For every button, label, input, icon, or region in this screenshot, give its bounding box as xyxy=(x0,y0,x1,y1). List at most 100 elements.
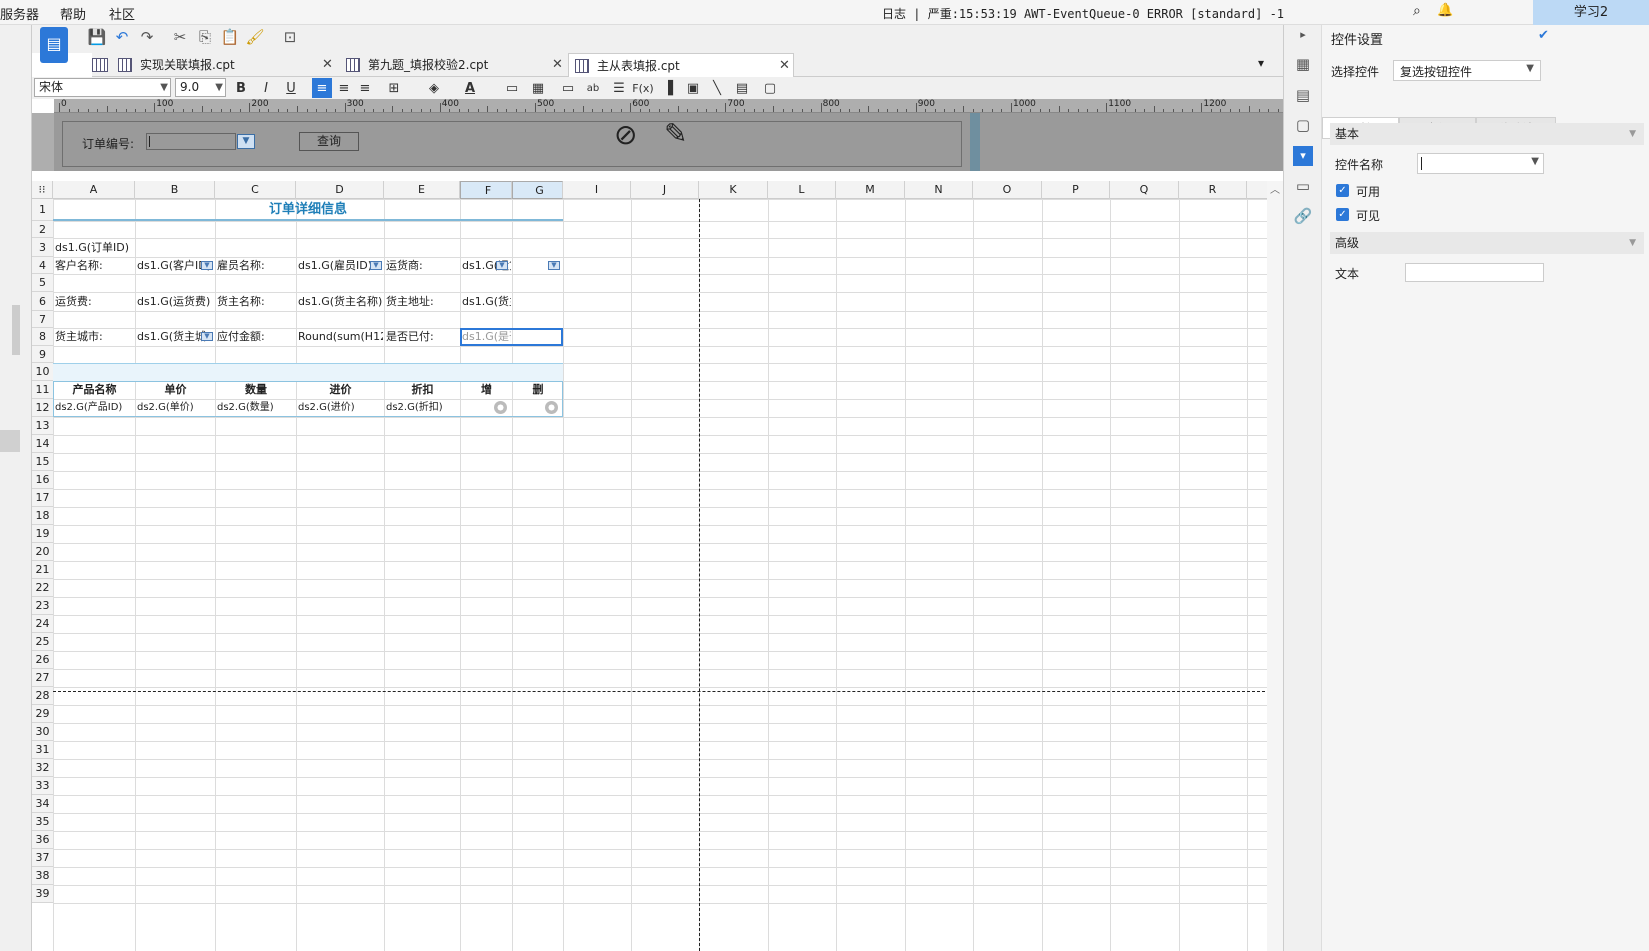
cell-d12[interactable]: ds2.G(进价) xyxy=(298,399,383,417)
row-header-25[interactable]: 25 xyxy=(32,633,53,651)
eye-hidden-icon[interactable]: ⊘ xyxy=(614,118,637,151)
row-header-17[interactable]: 17 xyxy=(32,489,53,507)
tab-file-1[interactable]: 实现关联填报.cpt ✕ xyxy=(112,53,337,77)
cell-b12[interactable]: ds2.G(单价) xyxy=(137,399,214,417)
edit-icon[interactable]: ✔ xyxy=(1538,28,1549,43)
row-header-27[interactable]: 27 xyxy=(32,669,53,687)
undo-icon[interactable]: ↶ xyxy=(112,27,132,47)
column-header-q[interactable]: Q xyxy=(1110,181,1179,199)
close-icon[interactable]: ✕ xyxy=(552,53,563,77)
row-header-5[interactable]: 5 xyxy=(32,274,53,292)
row-header-9[interactable]: 9 xyxy=(32,346,53,363)
row-header-8[interactable]: 8 xyxy=(32,328,53,346)
row-header-11[interactable]: 11 xyxy=(32,381,53,399)
data-source-icon[interactable]: ▭ xyxy=(1293,176,1313,196)
cell-b11[interactable]: 单价 xyxy=(137,381,214,399)
row-header-14[interactable]: 14 xyxy=(32,435,53,453)
search-icon[interactable]: ⌕ xyxy=(1413,3,1421,19)
column-header-m[interactable]: M xyxy=(836,181,905,199)
cell-d8[interactable]: Round(sum(H12 xyxy=(298,328,383,346)
row-header-4[interactable]: 4 xyxy=(32,257,53,274)
menu-item-community[interactable]: 社区 xyxy=(109,4,135,23)
widget-type-select[interactable]: 复选按钮控件 ▼ xyxy=(1393,60,1541,81)
slash-icon[interactable]: ╲ xyxy=(707,78,727,98)
report-grid[interactable]: ⁝⁝ ABCDEFGIJKLMNOPQR 1 2 3 4 5 6 7 8 9 10 11 12 13 14… xyxy=(32,181,1267,951)
row-header-23[interactable]: 23 xyxy=(32,597,53,615)
column-header-d[interactable]: D xyxy=(296,181,384,199)
row-header-30[interactable]: 30 xyxy=(32,723,53,741)
cell-e12[interactable]: ds2.G(折扣) xyxy=(386,399,459,417)
cell-c11[interactable]: 数量 xyxy=(217,381,295,399)
collapse-icon[interactable]: ▸ xyxy=(1293,25,1313,45)
dropdown-widget-icon[interactable]: ▼ xyxy=(496,261,508,270)
row-header-6[interactable]: 6 xyxy=(32,292,53,311)
align-center-icon[interactable]: ≡ xyxy=(334,78,354,98)
pencil-icon[interactable]: ✎ xyxy=(664,117,687,150)
format-brush-icon[interactable]: 🖌 xyxy=(245,27,265,47)
row-header-24[interactable]: 24 xyxy=(32,615,53,633)
column-header-k[interactable]: K xyxy=(699,181,768,199)
paste-icon[interactable]: 📋 xyxy=(220,27,240,47)
row-header-21[interactable]: 21 xyxy=(32,561,53,579)
row-header-36[interactable]: 36 xyxy=(32,831,53,849)
row-header-15[interactable]: 15 xyxy=(32,453,53,471)
column-header-l[interactable]: L xyxy=(768,181,836,199)
row-header-7[interactable]: 7 xyxy=(32,311,53,328)
row-header-10[interactable]: 10 xyxy=(32,363,53,381)
row-header-20[interactable]: 20 xyxy=(32,543,53,561)
row-header-33[interactable]: 33 xyxy=(32,777,53,795)
left-scroll-thumb[interactable] xyxy=(12,305,20,355)
cell-e11[interactable]: 折扣 xyxy=(386,381,459,399)
border-icon[interactable]: ⊞ xyxy=(384,78,404,98)
save-icon[interactable]: 💾 xyxy=(87,27,107,47)
row-header-29[interactable]: 29 xyxy=(32,705,53,723)
cell-c8[interactable]: 应付金额: xyxy=(217,328,295,346)
select-all-icon[interactable]: ⁝⁝ xyxy=(32,181,53,199)
fill-color-icon[interactable]: ◈ xyxy=(424,78,444,98)
cell-c6[interactable]: 货主名称: xyxy=(217,292,295,311)
column-header-a[interactable]: A xyxy=(53,181,135,199)
text-input[interactable] xyxy=(1405,263,1544,282)
font-color-icon[interactable]: A xyxy=(460,78,480,98)
cell-d6[interactable]: ds1.G(货主名称) xyxy=(298,292,383,311)
row-header-39[interactable]: 39 xyxy=(32,885,53,903)
row-header-31[interactable]: 31 xyxy=(32,741,53,759)
cell-f6[interactable]: ds1.G(货主地址) xyxy=(462,292,511,311)
row-header-26[interactable]: 26 xyxy=(32,651,53,669)
cell-e8[interactable]: 是否已付: xyxy=(386,328,459,346)
insert-text-icon[interactable]: ▭ xyxy=(558,78,578,98)
row-header-34[interactable]: 34 xyxy=(32,795,53,813)
cell-a11[interactable]: 产品名称 xyxy=(55,381,134,399)
column-header-e[interactable]: E xyxy=(384,181,460,199)
font-select[interactable]: 宋体 ▼ xyxy=(34,78,171,97)
merge-icon[interactable]: ▭ xyxy=(502,78,522,98)
copy-icon[interactable]: ⎘ xyxy=(195,27,215,47)
chevron-up-icon[interactable]: ︿ xyxy=(1270,181,1280,196)
cell-a12[interactable]: ds2.G(产品ID) xyxy=(55,399,134,417)
close-icon[interactable]: ✕ xyxy=(322,53,333,77)
condition-icon[interactable]: ▤ xyxy=(1293,85,1313,105)
row-header-32[interactable]: 32 xyxy=(32,759,53,777)
redo-icon[interactable]: ↷ xyxy=(137,27,157,47)
section-advanced[interactable]: 高级 ▼ xyxy=(1330,232,1644,254)
sub-report-icon[interactable]: ▤ xyxy=(732,78,752,98)
bell-icon[interactable]: 🔔 xyxy=(1437,3,1453,18)
row-header-13[interactable]: 13 xyxy=(32,417,53,435)
border-style-icon[interactable]: ▢ xyxy=(760,78,780,98)
italic-icon[interactable]: I xyxy=(256,78,276,98)
tab-menu-icon[interactable]: ▾ xyxy=(1258,56,1264,70)
cell-c4[interactable]: 雇员名称: xyxy=(217,257,295,274)
menu-item-server[interactable]: 服务器 xyxy=(0,4,39,23)
cell-attr-icon[interactable]: ▦ xyxy=(1293,54,1313,74)
row-header-1[interactable]: 1 xyxy=(32,199,53,221)
close-icon[interactable]: ✕ xyxy=(779,54,790,78)
row-header-22[interactable]: 22 xyxy=(32,579,53,597)
font-size-select[interactable]: 9.0 ▼ xyxy=(175,78,226,97)
cell-b6[interactable]: ds1.G(运货费) xyxy=(137,292,214,311)
cell-d11[interactable]: 进价 xyxy=(298,381,383,399)
log-status[interactable]: 日志 | 严重:15:53:19 AWT-EventQueue-0 ERROR … xyxy=(882,5,1284,22)
row-header-28[interactable]: 28 xyxy=(32,687,53,705)
row-header-35[interactable]: 35 xyxy=(32,813,53,831)
tab-file-2[interactable]: 第九题_填报校验2.cpt ✕ xyxy=(340,53,568,77)
table-icon[interactable]: ▦ xyxy=(528,78,548,98)
